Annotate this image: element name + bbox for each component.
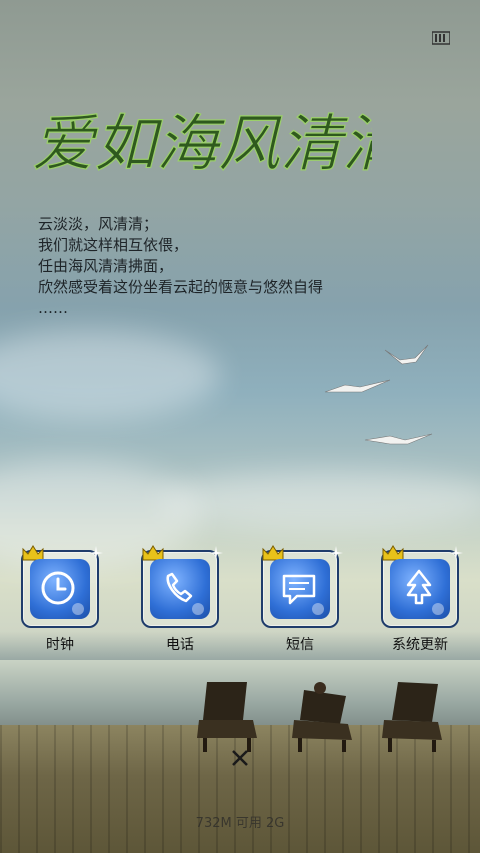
app-clock[interactable]: 时钟 bbox=[15, 545, 105, 660]
poem-text: 云淡淡，风清清； 我们就这样相互依偎， 任由海风清清拂面， 欣然感受着这份坐看云… bbox=[38, 214, 458, 319]
sparkle-icon bbox=[329, 546, 343, 560]
poem-line: 欣然感受着这份坐看云起的惬意与悠然自得 bbox=[38, 278, 324, 296]
sparkle-icon bbox=[89, 546, 103, 560]
lounge-chair bbox=[382, 682, 442, 752]
poem-line: 我们就这样相互依偎， bbox=[38, 236, 189, 254]
cloud bbox=[160, 470, 480, 530]
app-messages[interactable]: 短信 bbox=[255, 545, 345, 660]
app-system-update[interactable]: 系统更新 bbox=[375, 545, 465, 660]
phone-icon bbox=[166, 572, 204, 615]
app-tile[interactable] bbox=[261, 545, 343, 628]
lounge-chair bbox=[292, 682, 352, 752]
app-label: 电话 bbox=[166, 637, 194, 653]
sparkle-icon bbox=[449, 546, 463, 560]
seagulls bbox=[324, 344, 433, 445]
cloud bbox=[0, 330, 220, 420]
calligraphy-title: 爱如海风清清 bbox=[32, 106, 372, 180]
poem-line: 任由海风清清拂面， bbox=[38, 257, 174, 275]
title-art-text: 爱如海风清清 bbox=[32, 107, 372, 180]
app-tile[interactable] bbox=[381, 545, 463, 628]
lounge-chair bbox=[197, 682, 257, 752]
app-label: 时钟 bbox=[46, 637, 74, 653]
home-screen: 爱如海风清清 云淡淡，风清清； 我们就这样相互依偎， 任由海风清清拂面， 欣然感… bbox=[0, 0, 480, 853]
memory-status: 732M 可用 2G bbox=[195, 816, 285, 831]
app-label: 短信 bbox=[286, 637, 314, 653]
app-tile[interactable] bbox=[141, 545, 223, 628]
message-icon bbox=[282, 574, 324, 615]
sparkle-icon bbox=[209, 546, 223, 560]
close-icon[interactable] bbox=[230, 748, 250, 768]
clock-icon bbox=[41, 571, 84, 615]
app-tile[interactable] bbox=[21, 545, 103, 628]
update-icon bbox=[406, 569, 444, 615]
app-label: 系统更新 bbox=[392, 637, 448, 653]
app-phone[interactable]: 电话 bbox=[135, 545, 225, 660]
poem-line: 云淡淡，风清清； bbox=[38, 215, 159, 233]
battery-icon bbox=[432, 31, 450, 45]
poem-line: …… bbox=[38, 299, 68, 317]
